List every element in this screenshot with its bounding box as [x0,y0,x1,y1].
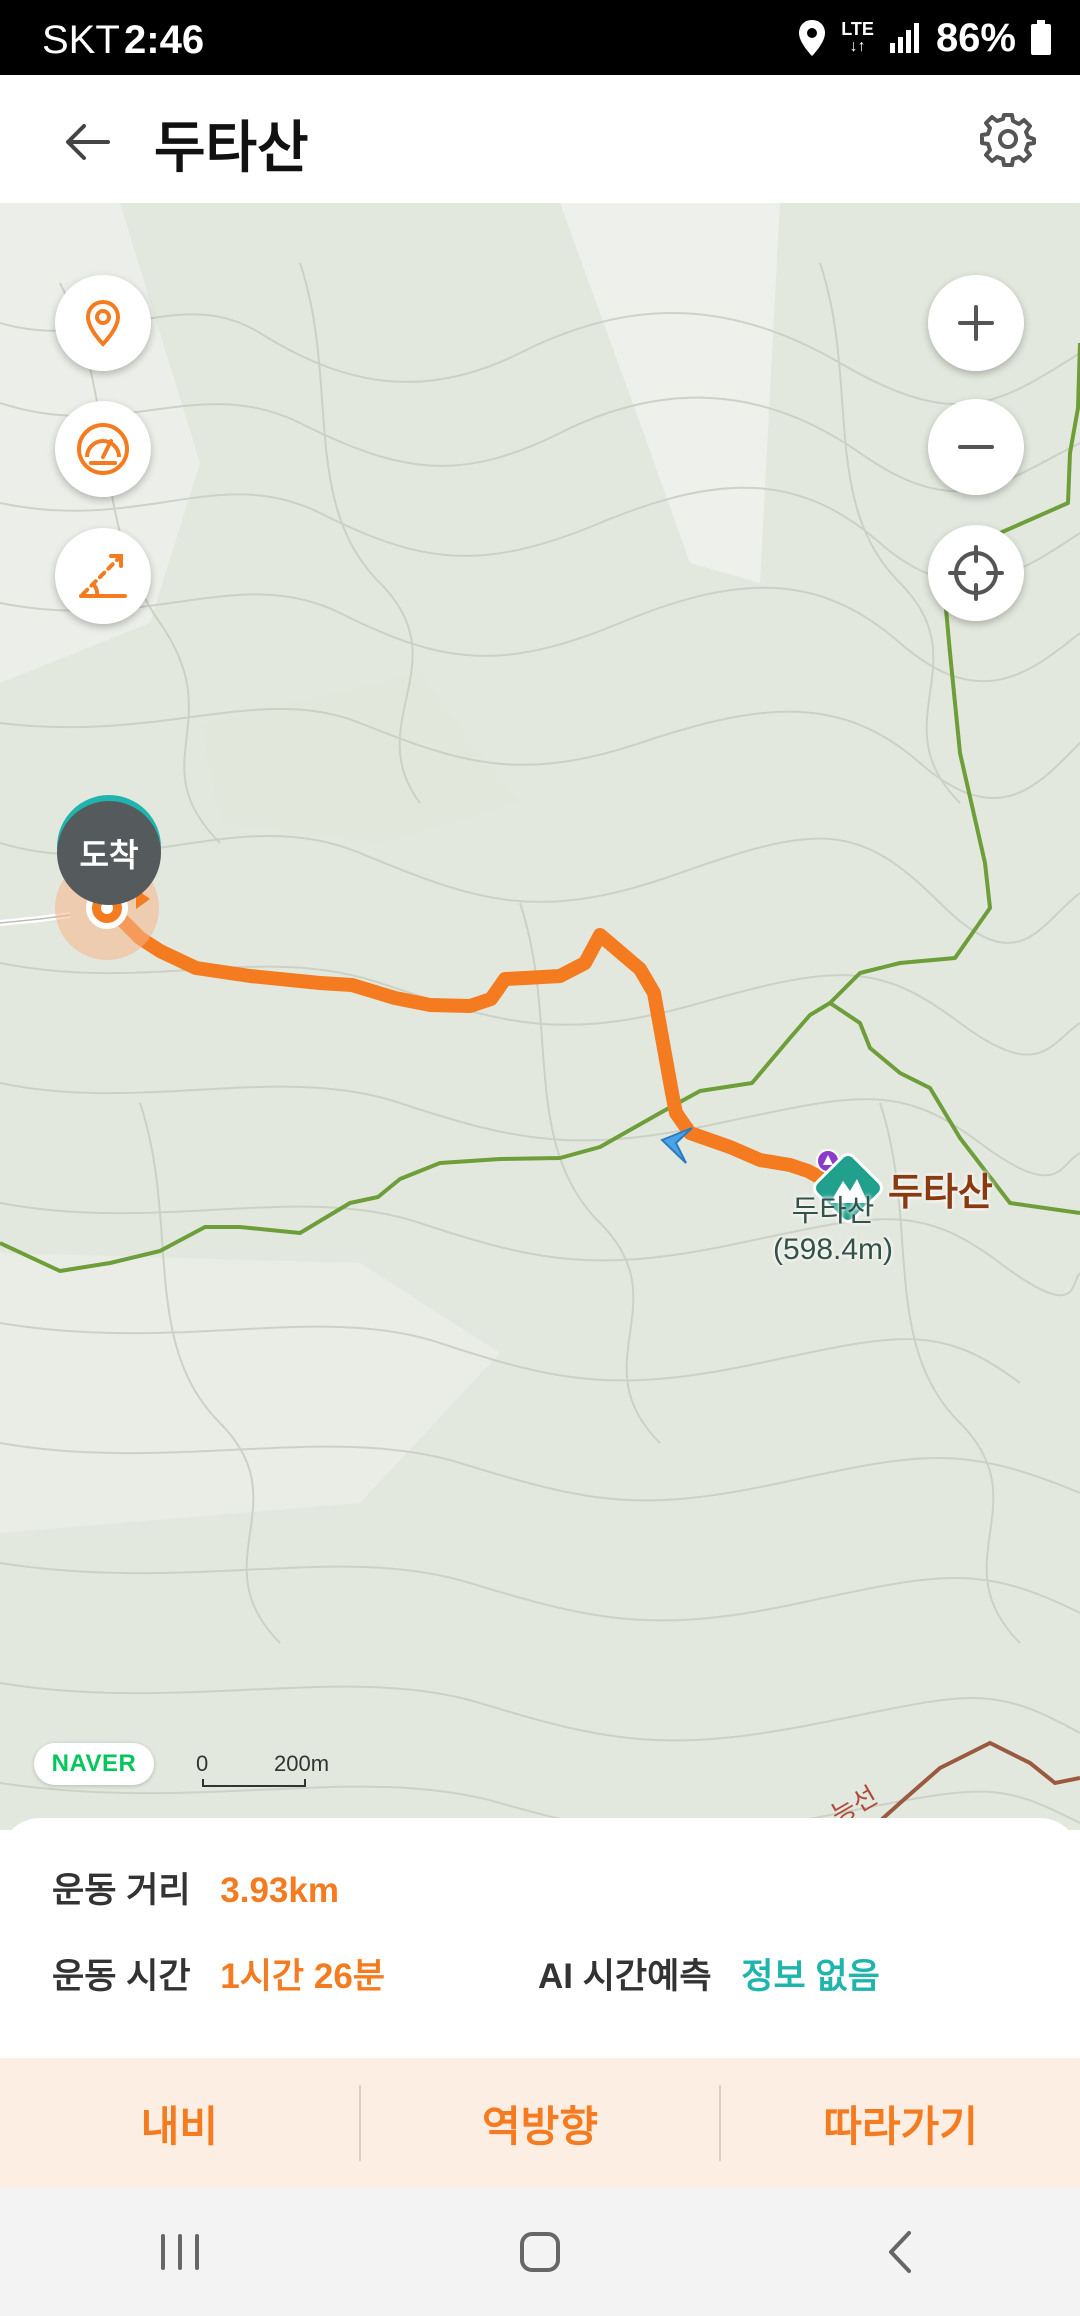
carrier-text: SKT [42,18,120,62]
reverse-route-button[interactable]: 역방향 [361,2093,720,2154]
distance-label: 운동 거리 [52,1871,191,1910]
ai-prediction-value: 정보 없음 [741,1957,880,1996]
scale-start: 0 [196,1751,209,1776]
speedometer-icon [77,423,129,475]
ai-prediction-row: AI 시간예측 정보 없음 [538,1948,880,1999]
location-pin-icon [85,299,121,347]
map-terrain: 능선 [0,203,1080,1830]
recent-apps-button[interactable] [120,2212,240,2292]
zoom-out-icon [958,445,994,449]
speed-button[interactable] [55,401,151,497]
zoom-in-icon [958,305,994,341]
clock-text: 2:46 [124,18,205,62]
naver-logo: NAVER [34,1743,154,1785]
battery-text: 86% [935,15,1016,60]
recent-apps-icon [161,2234,199,2270]
arrival-marker[interactable]: 도착 [57,801,161,905]
signal-icon [889,23,919,53]
distance-row: 운동 거리 3.93km [52,1862,339,1913]
lte-status: LTE ↓↑ [841,19,874,55]
navigation-button[interactable]: 내비 [0,2093,359,2154]
system-back-button[interactable] [840,2212,960,2292]
battery-icon [1031,20,1051,55]
arrival-label: 도착 [57,801,161,905]
status-icons: LTE ↓↑ 86% [797,14,1052,62]
my-location-pin-button[interactable] [55,275,151,371]
system-navigation-bar [0,2188,1080,2316]
back-button[interactable] [52,107,122,177]
action-bar: 내비 역방향 따라가기 [0,2058,1080,2188]
map-scale: 0 200m [196,1751,346,1791]
back-arrow-icon [66,124,110,160]
home-icon [520,2232,560,2272]
distance-value: 3.93km [220,1871,339,1910]
app-header: 두타산 [0,75,1080,204]
time-label: 운동 시간 [52,1957,191,1996]
time-row: 운동 시간 1시간 26분 [52,1948,385,1999]
status-bar: SKT 2:46 LTE ↓↑ 86% [0,0,1080,75]
scale-end: 200m [274,1751,330,1776]
settings-button[interactable] [972,103,1044,175]
scale-line [202,1779,306,1787]
home-button[interactable] [480,2212,600,2292]
peak-name-label[interactable]: 두타산 [888,1161,993,1216]
page-title: 두타산 [154,116,309,179]
slope-icon [79,554,127,598]
zoom-in-button[interactable] [928,275,1024,371]
location-status-icon [799,20,826,56]
crosshair-icon [948,545,1004,601]
back-icon [889,2231,911,2273]
recenter-button[interactable] [928,525,1024,621]
ai-prediction-label: AI 시간예측 [538,1957,712,1996]
peak-sub-name: 두타산 [791,1195,875,1228]
peak-info-label: 두타산 (598.4m) [770,1193,896,1269]
activity-info-panel: 운동 거리 3.93km 운동 시간 1시간 26분 AI 시간예측 정보 없음 [0,1818,1080,2058]
zoom-out-button[interactable] [928,399,1024,495]
gear-icon [980,113,1036,167]
follow-route-button[interactable]: 따라가기 [721,2093,1080,2154]
slope-button[interactable] [55,528,151,624]
time-value: 1시간 26분 [220,1957,385,1996]
map-view[interactable]: 능선 도착 두타산 두타산 (598.4m) NAVER 0 200m [0,203,1080,1830]
peak-elevation: (598.4m) [772,1233,894,1266]
